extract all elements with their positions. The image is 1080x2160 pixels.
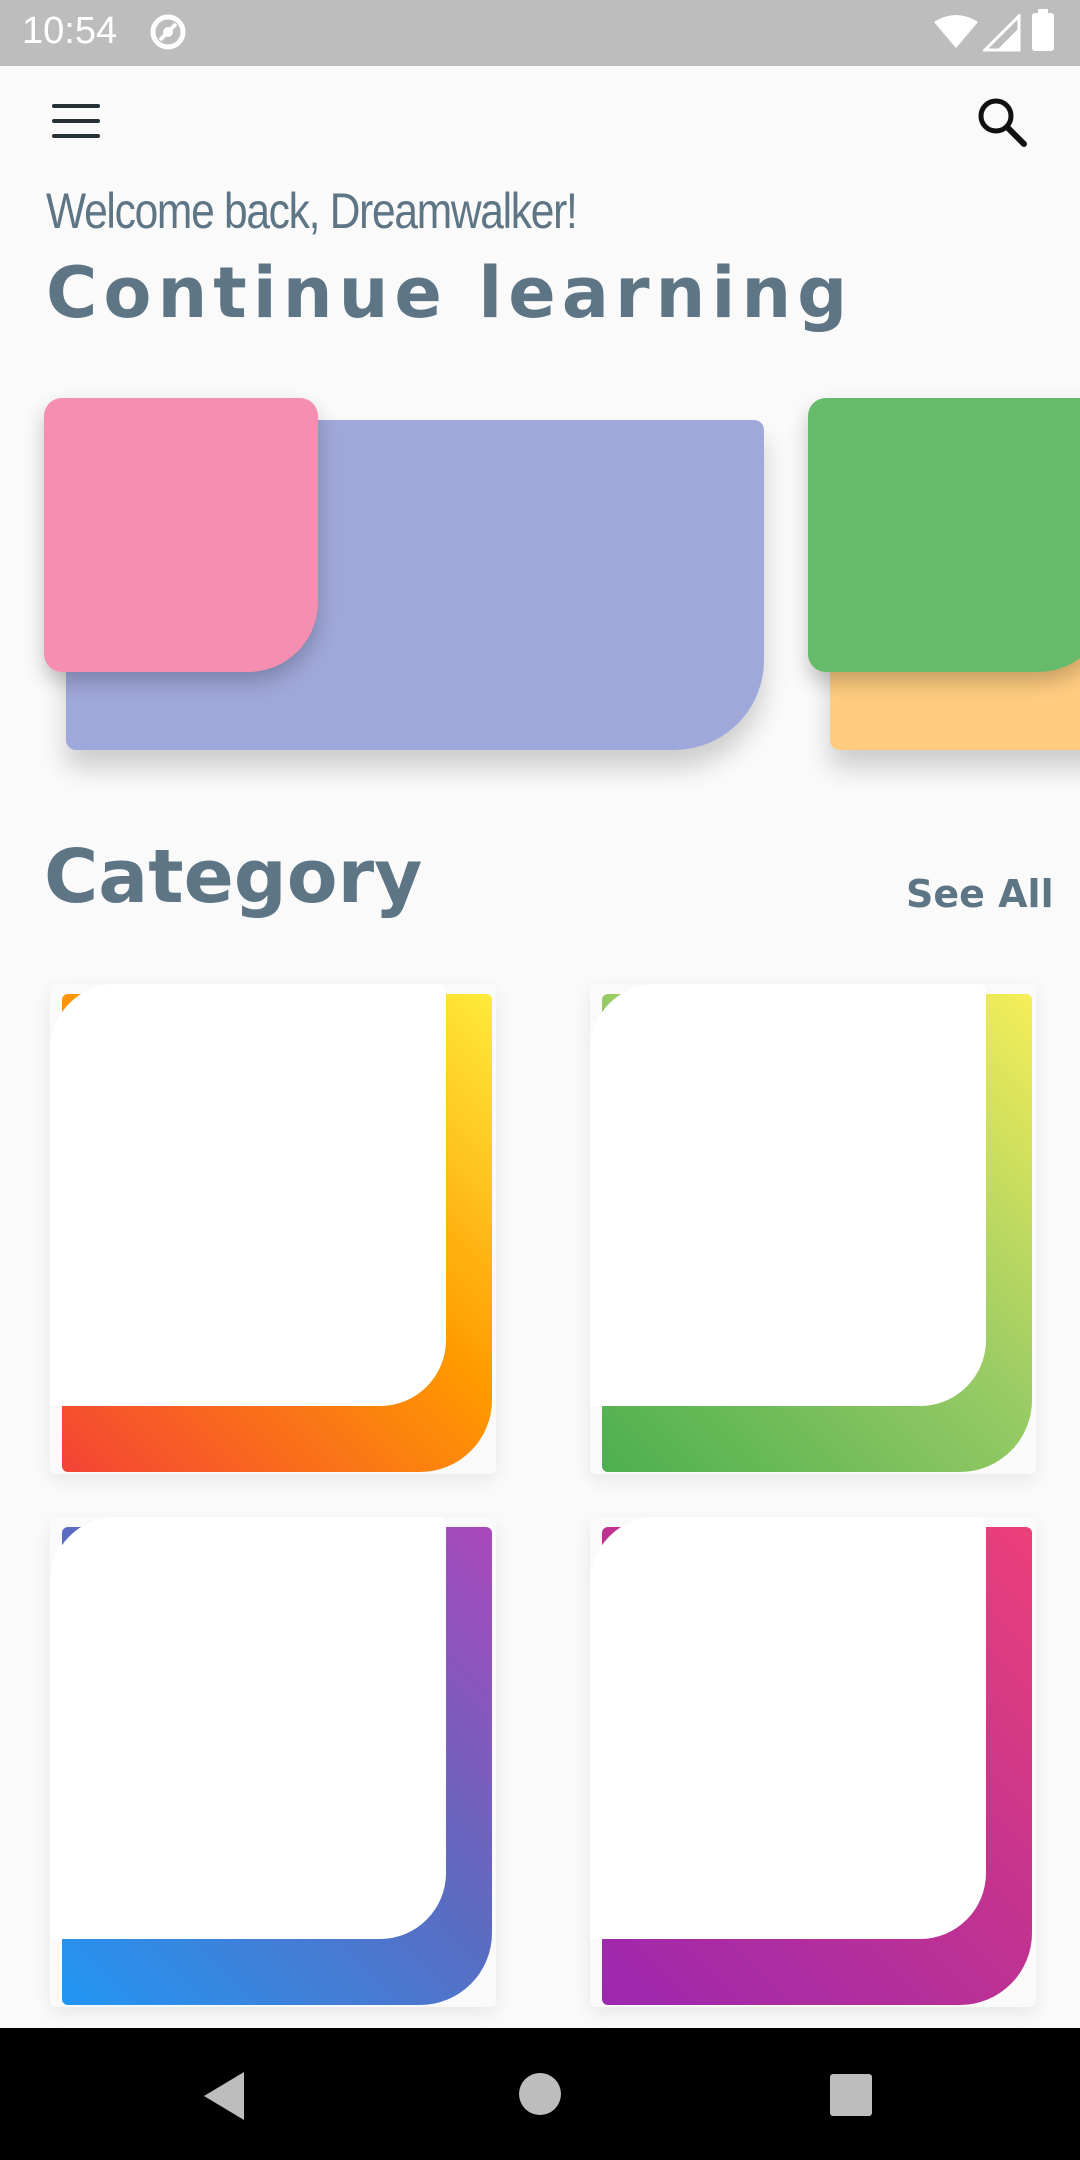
recents-icon[interactable] (830, 2074, 872, 2116)
category-card[interactable] (50, 984, 496, 1474)
category-heading: Category (44, 834, 423, 920)
category-card-face (50, 984, 446, 1406)
back-icon[interactable] (204, 2072, 244, 2120)
category-card-face (590, 984, 986, 1406)
page-title: Continue learning (46, 252, 854, 334)
category-card[interactable] (50, 1517, 496, 2007)
status-bar: 10:54 (0, 0, 1080, 66)
see-all-link[interactable]: See All (906, 872, 1054, 916)
category-card[interactable] (590, 1517, 1036, 2007)
status-time: 10:54 (22, 10, 118, 52)
category-card[interactable] (590, 984, 1036, 1474)
search-icon[interactable] (974, 94, 1030, 150)
course-card-thumbnail (44, 398, 318, 672)
category-card-face (590, 1517, 986, 1939)
continue-learning-carousel[interactable] (0, 380, 1080, 795)
battery-icon (1032, 9, 1054, 51)
data-saver-icon (150, 14, 186, 50)
course-card-thumbnail (808, 398, 1080, 672)
category-card-face (50, 1517, 446, 1939)
home-icon[interactable] (519, 2073, 561, 2115)
hamburger-menu-icon[interactable] (50, 100, 102, 142)
wifi-icon (934, 15, 978, 48)
cell-signal-icon (983, 14, 1021, 52)
welcome-text: Welcome back, Dreamwalker! (46, 183, 578, 239)
